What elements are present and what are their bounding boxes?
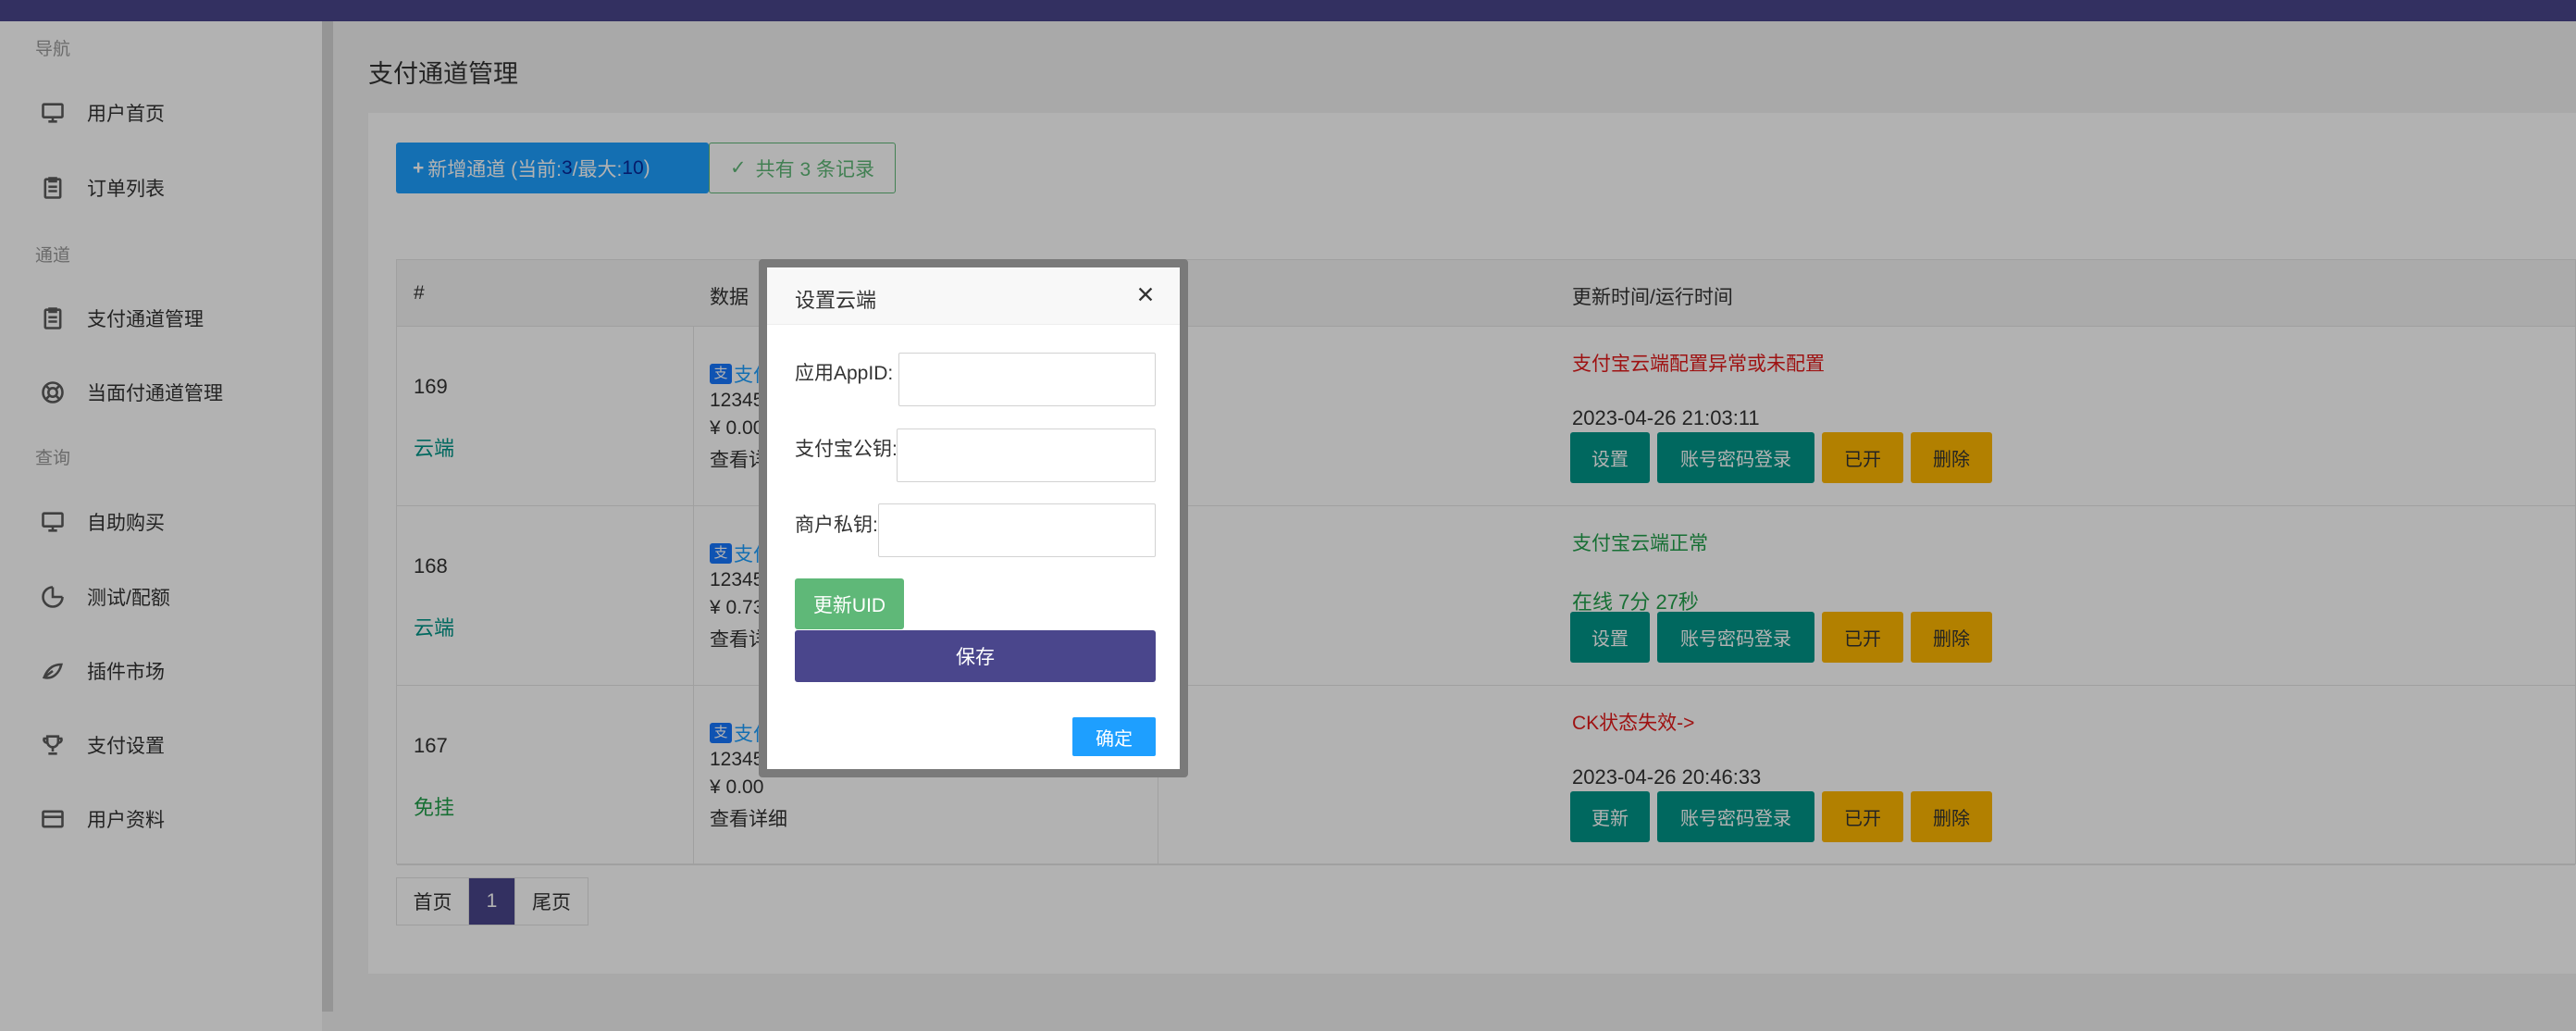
alipay-public-key-input[interactable] xyxy=(897,429,1156,482)
merchant-private-key-input[interactable] xyxy=(878,503,1156,557)
close-icon[interactable] xyxy=(1132,280,1159,308)
dialog-header: 设置云端 xyxy=(767,267,1180,325)
modal-overlay[interactable] xyxy=(0,0,2576,1031)
appid-label: 应用AppID: xyxy=(795,363,894,384)
merchant-private-key-label: 商户私钥: xyxy=(795,515,878,536)
save-button[interactable]: 保存 xyxy=(795,630,1156,682)
dialog-title: 设置云端 xyxy=(795,289,877,312)
alipay-public-key-label: 支付宝公钥: xyxy=(795,439,898,460)
cloud-settings-dialog: 设置云端 应用AppID: 支付宝公钥: 商户私钥: 更新UID 保存 确定 xyxy=(767,267,1180,769)
update-uid-button[interactable]: 更新UID xyxy=(795,578,904,629)
confirm-button[interactable]: 确定 xyxy=(1072,717,1156,756)
appid-input[interactable] xyxy=(898,353,1156,406)
